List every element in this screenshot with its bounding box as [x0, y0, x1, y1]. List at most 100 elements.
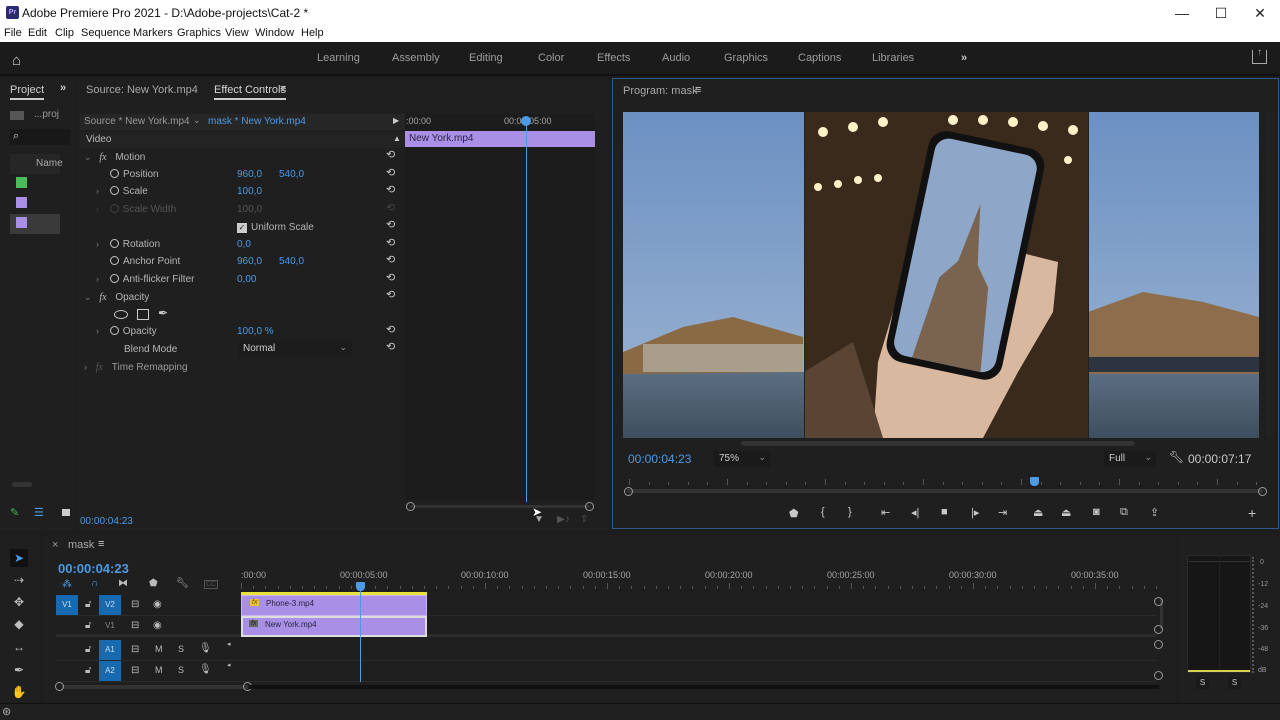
source-patch-v1[interactable]: V1	[56, 595, 78, 615]
home-icon[interactable]: ⌂	[12, 52, 21, 69]
step-back-button[interactable]: ◂|	[911, 506, 919, 519]
mark-out-button[interactable]: }	[848, 506, 852, 518]
sync-lock-icon[interactable]: ⊟	[131, 644, 139, 655]
reset-icon[interactable]: ⟲	[386, 218, 395, 231]
reset-icon[interactable]: ⟲	[386, 236, 395, 249]
fx-icon[interactable]: fx	[99, 152, 106, 163]
ec-scroll-handle-right[interactable]	[585, 502, 594, 511]
monitor-horizontal-scrollbar[interactable]	[741, 441, 1135, 446]
workspace-graphics[interactable]: Graphics	[724, 52, 768, 64]
menu-help[interactable]: Help	[301, 27, 324, 39]
microphone-icon[interactable]: 🎙︎	[199, 664, 212, 675]
collapse-up-icon[interactable]: ▲	[393, 134, 401, 143]
workspace-editing[interactable]: Editing	[469, 52, 503, 64]
chevron-down-icon[interactable]: ⌄	[84, 292, 92, 302]
menu-clip[interactable]: Clip	[55, 27, 74, 39]
panel-overflow-button[interactable]: »	[60, 82, 66, 94]
chevron-right-icon[interactable]: ›	[96, 326, 99, 336]
panel-menu-icon[interactable]: ≡	[695, 84, 701, 96]
anchor-y-value[interactable]: 540,0	[279, 256, 304, 267]
resolution-dropdown[interactable]: Full ⌄	[1104, 451, 1156, 467]
project-item[interactable]	[10, 174, 60, 194]
icon-view-icon[interactable]	[62, 509, 70, 516]
scale-value[interactable]: 100,0	[237, 186, 262, 197]
ec-clip-bar[interactable]: New York.mp4	[405, 131, 595, 147]
extract-button[interactable]: ⏏	[1061, 506, 1071, 519]
workspace-captions[interactable]: Captions	[798, 52, 841, 64]
project-item-selected[interactable]	[10, 214, 60, 234]
lock-icon[interactable]: 🔓︎	[85, 665, 91, 676]
uniform-scale-checkbox[interactable]: ✓ Uniform Scale	[237, 222, 314, 233]
snap-magnet-icon[interactable]: ∩	[91, 578, 98, 589]
zoom-level-dropdown[interactable]: 75% ⌄	[714, 451, 770, 467]
reset-icon[interactable]: ⟲	[386, 288, 395, 301]
selection-tool-icon[interactable]: ➤	[10, 549, 28, 567]
lock-icon[interactable]: 🔓︎	[85, 644, 91, 655]
chevron-down-icon[interactable]: ⌄	[84, 152, 92, 162]
menu-edit[interactable]: Edit	[28, 27, 47, 39]
workspace-learning[interactable]: Learning	[317, 52, 360, 64]
timeline-horizontal-scrollbar[interactable]	[249, 685, 1159, 689]
step-forward-button[interactable]: |▸	[971, 506, 979, 519]
menu-file[interactable]: File	[4, 27, 22, 39]
tab-project[interactable]: Project	[10, 84, 45, 100]
folder-up-icon[interactable]	[10, 111, 24, 120]
reset-icon[interactable]: ⟲	[386, 323, 395, 336]
mute-button[interactable]: M	[155, 644, 163, 654]
rectangle-mask-icon[interactable]	[137, 309, 149, 320]
razor-tool-icon[interactable]: ◆	[10, 615, 28, 633]
add-button-icon[interactable]: +	[1248, 505, 1256, 521]
workspace-assembly[interactable]: Assembly	[392, 52, 440, 64]
project-item[interactable]	[10, 194, 60, 214]
add-marker-button[interactable]: ⬟	[789, 507, 799, 520]
timeline-settings-wrench-icon[interactable]: 🔧︎	[176, 578, 189, 589]
captions-cc-icon[interactable]: CC	[204, 580, 219, 589]
eye-icon[interactable]: ◉	[153, 599, 162, 610]
minimize-button[interactable]: —	[1162, 0, 1202, 26]
reset-icon[interactable]: ⟲	[386, 253, 395, 266]
header-zoom-scrollbar[interactable]	[62, 685, 248, 689]
reset-icon[interactable]: ⟲	[386, 183, 395, 196]
monitor-vertical-scrollbar[interactable]	[1267, 112, 1273, 438]
export-button[interactable]: ⇪	[1150, 506, 1159, 519]
ripple-edit-tool-icon[interactable]: ✥	[10, 593, 28, 611]
column-header-name[interactable]: Name	[36, 158, 63, 169]
solo-left-button[interactable]: S	[1196, 677, 1209, 689]
microphone-icon[interactable]: 🎙︎	[199, 643, 212, 654]
list-view-icon[interactable]: ☰	[34, 506, 44, 519]
position-x-value[interactable]: 960,0	[237, 169, 262, 180]
close-button[interactable]: ✕	[1240, 0, 1280, 26]
sequence-clip-label[interactable]: mask * New York.mp4	[208, 116, 306, 127]
stopwatch-icon[interactable]	[110, 256, 119, 265]
settings-wrench-icon[interactable]: 🔧︎	[1169, 450, 1184, 464]
track-select-tool-icon[interactable]: ⇢	[10, 571, 28, 589]
fx-icon[interactable]: fx	[96, 362, 103, 373]
opacity-effect-row[interactable]: ⌄ fx Opacity	[84, 292, 149, 303]
timeline-clip-new-york[interactable]: fx New York.mp4	[241, 616, 427, 637]
go-to-in-button[interactable]: ⇤	[881, 506, 890, 519]
scroll-handle[interactable]	[1154, 671, 1163, 680]
project-search-input[interactable]: ⌕	[10, 129, 70, 145]
track-target-a2[interactable]: A2	[99, 661, 121, 681]
anchor-x-value[interactable]: 960,0	[237, 256, 262, 267]
lock-icon[interactable]: 🔓︎	[85, 599, 91, 610]
play-audio-icon[interactable]: ▶♪	[557, 514, 570, 525]
timeline-timecode[interactable]: 00:00:04:23	[58, 561, 129, 576]
go-to-out-button[interactable]: ⇥	[998, 506, 1007, 519]
stopwatch-icon[interactable]	[109, 186, 119, 195]
track-volume-icon[interactable]: ◂	[227, 640, 231, 648]
solo-right-button[interactable]: S	[1228, 677, 1241, 689]
solo-button[interactable]: S	[178, 644, 184, 654]
eye-icon[interactable]: ◉	[153, 620, 162, 631]
chevron-right-icon[interactable]: ›	[96, 186, 99, 196]
export-frame-camera-icon[interactable]: ◙	[1093, 506, 1100, 518]
hand-tool-icon[interactable]: ✋	[10, 683, 28, 701]
ec-timecode[interactable]: 00:00:04:23	[80, 516, 133, 527]
linked-selection-icon[interactable]: ⧓	[118, 578, 128, 589]
timeline-playhead[interactable]	[356, 582, 365, 591]
sync-lock-icon[interactable]: ⊟	[131, 599, 139, 610]
tab-effect-controls[interactable]: Effect Controls	[214, 84, 286, 100]
timeline-clip-phone[interactable]: fx Phone-3.mp4	[241, 595, 427, 616]
scroll-handle[interactable]	[55, 682, 64, 691]
creative-cloud-icon[interactable]: ⊛	[2, 705, 11, 718]
